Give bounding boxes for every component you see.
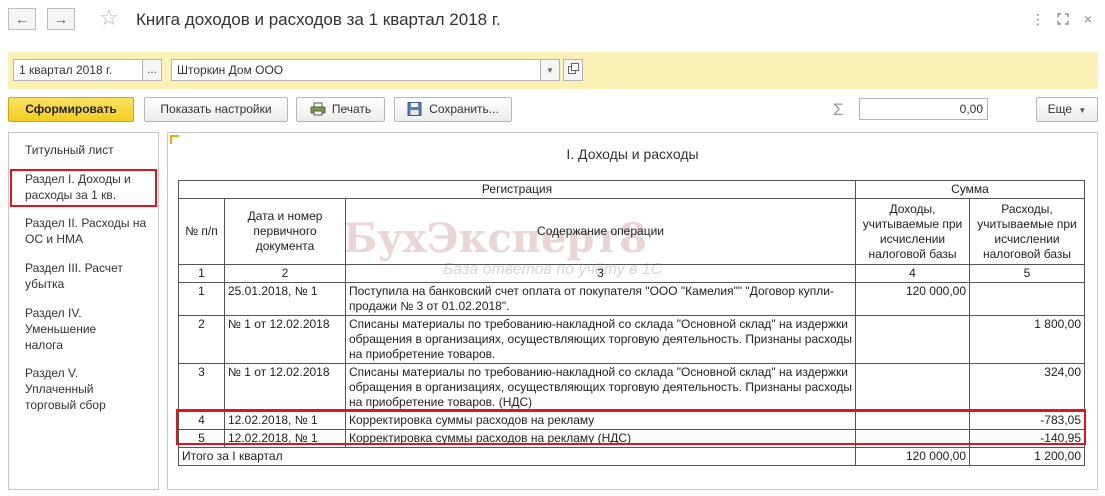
- cell-num: 2: [178, 315, 225, 364]
- report-document: I. Доходы и расходы БухЭксперт8 База отв…: [167, 132, 1098, 490]
- cell-date: 12.02.2018, № 1: [224, 411, 346, 430]
- cell-income: [855, 411, 970, 430]
- period-select-button[interactable]: ...: [142, 59, 162, 81]
- organization-field[interactable]: Шторкин Дом ООО: [171, 59, 541, 81]
- cell-income: [855, 429, 970, 448]
- more-label: Еще: [1047, 102, 1073, 116]
- cell-content: Списаны материалы по требованию-накладно…: [345, 315, 856, 364]
- total-label: Итого за I квартал: [178, 447, 856, 466]
- header-expenses: Расходы, учитываемые при исчислении нало…: [969, 198, 1085, 265]
- sum-field[interactable]: 0,00: [859, 98, 988, 120]
- maximize-icon[interactable]: [1053, 9, 1073, 29]
- sidebar-item-section-2[interactable]: Раздел II. Расходы на ОС и НМА: [25, 215, 155, 247]
- show-settings-button[interactable]: Показать настройки: [144, 97, 288, 122]
- table-row[interactable]: 1 25.01.2018, № 1 Поступила на банковски…: [178, 282, 1085, 316]
- more-button[interactable]: Еще ▼: [1036, 97, 1098, 122]
- table-row[interactable]: 3 № 1 от 12.02.2018 Списаны материалы по…: [178, 363, 1085, 412]
- income-expenses-table: Регистрация Сумма № п/п Дата и номер пер…: [178, 180, 1085, 466]
- back-button[interactable]: ←: [8, 8, 36, 30]
- arrow-right-icon: →: [54, 11, 68, 27]
- cell-content: Поступила на банковский счет оплата от п…: [345, 282, 856, 316]
- header-content: Содержание операции: [345, 198, 856, 265]
- cell-expense: -783,05: [969, 411, 1085, 430]
- sidebar-item-section-5[interactable]: Раздел V. Уплаченный торговый сбор: [25, 365, 115, 413]
- cell-content: Списаны материалы по требованию-накладно…: [345, 363, 856, 412]
- cell-num: 4: [178, 411, 225, 430]
- header-registration: Регистрация: [178, 180, 856, 199]
- report-params-panel: 1 квартал 2018 г. ... Шторкин Дом ООО ▼: [8, 52, 1098, 89]
- total-expense: 1 200,00: [969, 447, 1085, 466]
- table-row[interactable]: 2 № 1 от 12.02.2018 Списаны материалы по…: [178, 315, 1085, 364]
- cell-date: 25.01.2018, № 1: [224, 282, 346, 316]
- save-button[interactable]: Сохранить...: [394, 97, 512, 122]
- selected-section-highlight: [10, 169, 157, 207]
- total-row: Итого за I квартал 120 000,00 1 200,00: [178, 447, 1085, 466]
- cell-expense: [969, 282, 1085, 316]
- sum-icon: Σ: [833, 100, 844, 119]
- forward-button[interactable]: →: [47, 8, 75, 30]
- sidebar-item-section-3[interactable]: Раздел III. Расчет убытка: [25, 260, 155, 292]
- cell-num: 1: [178, 282, 225, 316]
- cell-content: Корректировка суммы расходов на рекламу: [345, 411, 856, 430]
- cell-expense: 324,00: [969, 363, 1085, 412]
- cell-date: № 1 от 12.02.2018: [224, 315, 346, 364]
- window-title: Книга доходов и расходов за 1 квартал 20…: [136, 10, 501, 29]
- cell-date: № 1 от 12.02.2018: [224, 363, 346, 412]
- sidebar-item-section-4[interactable]: Раздел IV. Уменьшение налога: [25, 305, 115, 353]
- sections-sidebar: Титульный лист Раздел I. Доходы и расход…: [8, 132, 159, 490]
- chevron-down-icon: ▼: [1078, 106, 1087, 115]
- floppy-disk-icon: [407, 102, 422, 116]
- cell-num: 5: [178, 429, 225, 448]
- sidebar-item-title-page[interactable]: Титульный лист: [25, 142, 155, 158]
- header-sum: Сумма: [855, 180, 1085, 199]
- open-icon: [567, 63, 579, 74]
- col-number: 3: [345, 264, 856, 283]
- table-row[interactable]: 4 12.02.2018, № 1 Корректировка суммы ра…: [178, 411, 1085, 430]
- document-corner-marker: [170, 135, 179, 144]
- more-vertical-icon[interactable]: ⋮: [1028, 9, 1048, 29]
- cell-content: Корректировка суммы расходов на рекламу …: [345, 429, 856, 448]
- arrow-left-icon: ←: [15, 11, 29, 27]
- header-num: № п/п: [178, 198, 225, 265]
- generate-button[interactable]: Сформировать: [8, 97, 134, 122]
- col-number: 5: [969, 264, 1085, 283]
- print-button[interactable]: Печать: [296, 97, 385, 122]
- cell-expense: -140,95: [969, 429, 1085, 448]
- organization-dropdown-button[interactable]: ▼: [540, 59, 560, 81]
- report-title: I. Доходы и расходы: [566, 146, 699, 162]
- total-income: 120 000,00: [855, 447, 970, 466]
- chevron-down-icon: ▼: [546, 66, 554, 75]
- cell-income: [855, 363, 970, 412]
- cell-num: 3: [178, 363, 225, 412]
- save-label: Сохранить...: [429, 102, 499, 116]
- organization-open-button[interactable]: [563, 59, 583, 81]
- cell-date: 12.02.2018, № 1: [224, 429, 346, 448]
- printer-icon: [310, 102, 326, 116]
- cell-income: [855, 315, 970, 364]
- period-field[interactable]: 1 квартал 2018 г.: [13, 59, 143, 81]
- header-date: Дата и номер первичного документа: [224, 198, 346, 265]
- cell-expense: 1 800,00: [969, 315, 1085, 364]
- col-number: 1: [178, 264, 225, 283]
- print-label: Печать: [331, 102, 372, 116]
- star-icon[interactable]: ☆: [99, 5, 119, 31]
- col-number: 4: [855, 264, 970, 283]
- col-number: 2: [224, 264, 346, 283]
- header-income: Доходы, учитываемые при исчислении налог…: [855, 198, 970, 265]
- table-row[interactable]: 5 12.02.2018, № 1 Корректировка суммы ра…: [178, 429, 1085, 448]
- cell-income: 120 000,00: [855, 282, 970, 316]
- close-icon[interactable]: ×: [1078, 9, 1098, 29]
